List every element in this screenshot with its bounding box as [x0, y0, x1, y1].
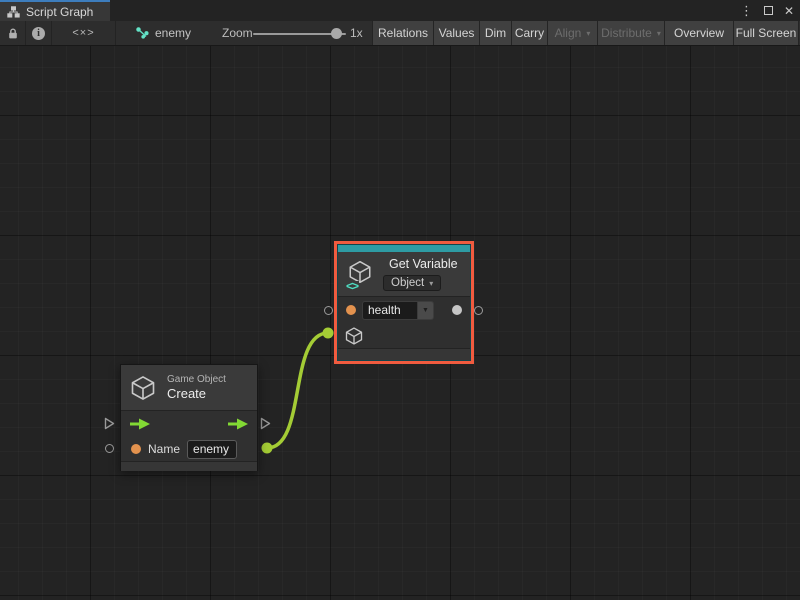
- chevron-down-icon: ▾: [586, 29, 590, 38]
- flow-ports-row: [121, 411, 257, 437]
- node-create-game-object[interactable]: Game Object Create Name: [120, 364, 258, 471]
- node-title: Create: [167, 386, 226, 402]
- maximize-icon[interactable]: [764, 6, 773, 15]
- code-brackets-icon: <×>: [72, 27, 94, 39]
- get-variable-icon: <>: [347, 259, 375, 289]
- object-input-cube-icon[interactable]: [344, 326, 364, 346]
- toolbar-button-align[interactable]: Align ▾: [547, 21, 597, 45]
- toolbar-button-carry[interactable]: Carry: [511, 21, 547, 45]
- graph-ref-icon: [136, 27, 149, 39]
- string-port-dot[interactable]: [346, 305, 356, 315]
- flow-input-port[interactable]: [104, 417, 115, 430]
- variable-scope-dropdown[interactable]: Object ▾: [383, 275, 441, 291]
- zoom-label: Zoom: [222, 21, 256, 45]
- variable-value-output-port[interactable]: [474, 306, 483, 315]
- graph-canvas[interactable]: Game Object Create Name: [0, 46, 800, 600]
- info-button[interactable]: i: [26, 21, 52, 45]
- toolbar-button-overview[interactable]: Overview: [664, 21, 733, 45]
- selection-outline: <> Get Variable Object ▾: [334, 241, 474, 364]
- tab-bar: Script Graph ⋮ ✕: [0, 0, 800, 21]
- toolbar-button-dim[interactable]: Dim: [479, 21, 511, 45]
- variable-name-row: ▼: [338, 297, 470, 323]
- close-icon[interactable]: ✕: [784, 5, 794, 17]
- name-input-port[interactable]: [105, 444, 114, 453]
- name-input[interactable]: [187, 440, 237, 459]
- flow-out-arrow-icon[interactable]: [227, 418, 249, 430]
- connected-output-port[interactable]: [262, 443, 273, 454]
- node-get-variable[interactable]: <> Get Variable Object ▾: [338, 245, 470, 360]
- flow-in-arrow-icon[interactable]: [129, 418, 151, 430]
- name-port-label: Name: [148, 442, 180, 456]
- tab-title: Script Graph: [26, 5, 93, 19]
- code-view-button[interactable]: <×>: [52, 21, 116, 45]
- toolbar-button-fullscreen[interactable]: Full Screen: [733, 21, 799, 45]
- chevron-down-icon: ▾: [429, 279, 433, 288]
- graph-reference[interactable]: enemy: [136, 21, 216, 45]
- name-port-row: Name: [121, 437, 257, 461]
- code-brackets-mint-icon: <>: [345, 281, 359, 292]
- variable-name-input-port[interactable]: [324, 306, 333, 315]
- connected-input-port[interactable]: [323, 328, 334, 339]
- game-object-cube-icon: [129, 374, 157, 402]
- variable-accent-bar: [338, 245, 470, 252]
- info-icon: i: [32, 27, 45, 40]
- graph-name-label: enemy: [155, 26, 191, 40]
- node-footer: [338, 348, 470, 360]
- node-title: Get Variable: [389, 257, 458, 272]
- chevron-down-icon: ▾: [657, 29, 661, 38]
- value-output-port-dot[interactable]: [452, 305, 462, 315]
- graph-hierarchy-icon: [7, 6, 20, 18]
- lock-icon: [7, 27, 19, 40]
- window-controls: ⋮ ✕: [740, 0, 794, 21]
- node-header[interactable]: Game Object Create: [121, 365, 257, 411]
- zoom-level-value: 1x: [350, 21, 370, 45]
- node-header[interactable]: <> Get Variable Object ▾: [338, 252, 470, 297]
- toolbar-button-relations[interactable]: Relations: [372, 21, 433, 45]
- script-graph-window: Script Graph ⋮ ✕ i <×>: [0, 0, 800, 600]
- string-port-dot[interactable]: [131, 444, 141, 454]
- variable-picker-dropdown[interactable]: ▼: [418, 301, 434, 320]
- toolbar-button-distribute[interactable]: Distribute ▾: [597, 21, 664, 45]
- node-footer: [121, 461, 257, 471]
- object-port-row: [338, 323, 470, 348]
- lock-button[interactable]: [0, 21, 26, 45]
- node-category: Game Object: [167, 373, 226, 386]
- variable-name-input[interactable]: [362, 301, 418, 320]
- flow-output-port[interactable]: [260, 417, 271, 430]
- window-menu-icon[interactable]: ⋮: [740, 4, 753, 17]
- gameobject-connection-wire[interactable]: [267, 333, 328, 448]
- toolbar-button-values[interactable]: Values: [433, 21, 479, 45]
- tab-script-graph[interactable]: Script Graph: [0, 0, 110, 21]
- graph-toolbar: i <×> enemy Zoom 1x Relations Values: [0, 21, 800, 46]
- zoom-slider-thumb[interactable]: [331, 28, 342, 39]
